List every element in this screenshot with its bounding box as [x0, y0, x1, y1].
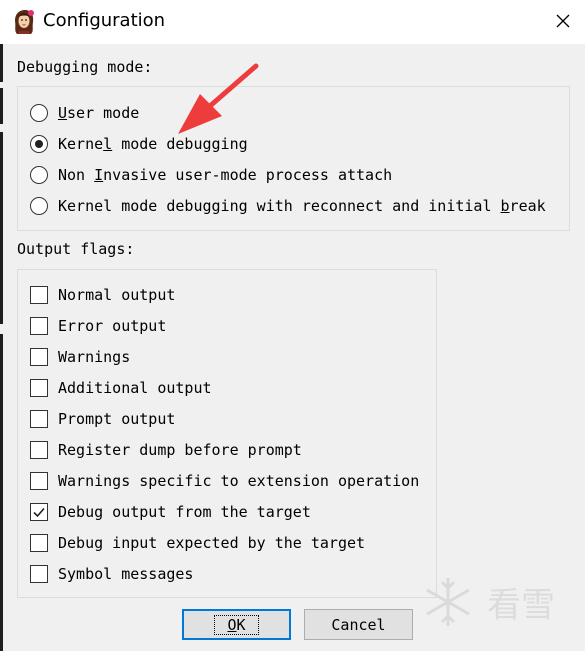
radio-button[interactable] — [30, 166, 48, 184]
checkbox-label: Symbol messages — [58, 565, 194, 583]
radio-label: Kernel mode debugging with reconnect and… — [58, 197, 546, 215]
cancel-button[interactable]: Cancel — [304, 609, 413, 640]
radio-non-invasive-attach[interactable]: Non Invasive user-mode process attach — [30, 163, 392, 187]
radio-button-selected[interactable] — [30, 135, 48, 153]
checkbox-label: Prompt output — [58, 410, 176, 428]
checkbox-row-debug-output-from-the-target[interactable]: Debug output from the target — [30, 500, 311, 524]
checkbox[interactable] — [30, 379, 48, 397]
checkbox-row-warnings-specific-to-extension-operation[interactable]: Warnings specific to extension operation — [30, 469, 419, 493]
checkbox-row-register-dump-before-prompt[interactable]: Register dump before prompt — [30, 438, 302, 462]
radio-kernel-reconnect-break[interactable]: Kernel mode debugging with reconnect and… — [30, 194, 546, 218]
checkbox-row-normal-output[interactable]: Normal output — [30, 283, 175, 307]
checkbox-row-debug-input-expected-by-the-target[interactable]: Debug input expected by the target — [30, 531, 365, 555]
checkbox-checked[interactable] — [30, 503, 48, 521]
checkbox-row-prompt-output[interactable]: Prompt output — [30, 407, 175, 431]
checkbox[interactable] — [30, 286, 48, 304]
red-arrow-icon — [178, 63, 259, 134]
checkbox-row-warnings[interactable]: Warnings — [30, 345, 130, 369]
checkbox[interactable] — [30, 534, 48, 552]
checkbox-label: Warnings specific to extension operation — [58, 472, 420, 490]
background-window-edge — [0, 44, 3, 651]
radio-button[interactable] — [30, 197, 48, 215]
checkbox-label: Error output — [58, 317, 167, 335]
title-bar[interactable]: Configuration — [0, 0, 585, 44]
checkbox[interactable] — [30, 565, 48, 583]
checkbox[interactable] — [30, 317, 48, 335]
radio-button[interactable] — [30, 104, 48, 122]
ok-button[interactable]: OK — [182, 609, 291, 640]
checkbox-label: Debug input expected by the target — [58, 534, 366, 552]
checkbox-row-error-output[interactable]: Error output — [30, 314, 166, 338]
output-flags-label: Output flags: — [17, 240, 135, 258]
checkbox-row-additional-output[interactable]: Additional output — [30, 376, 212, 400]
watermark: 看雪 — [418, 572, 555, 632]
checkbox-label: Warnings — [58, 348, 131, 366]
checkmark-icon — [33, 507, 45, 518]
close-icon — [555, 13, 571, 33]
checkbox-label: Debug output from the target — [58, 503, 311, 521]
checkbox-label: Additional output — [58, 379, 212, 397]
close-button[interactable] — [548, 8, 578, 38]
checkbox-label: Normal output — [58, 286, 176, 304]
radio-label: User mode — [58, 104, 140, 122]
checkbox[interactable] — [30, 410, 48, 428]
checkbox[interactable] — [30, 472, 48, 490]
radio-user-mode[interactable]: User mode — [30, 101, 139, 125]
checkbox[interactable] — [30, 441, 48, 459]
radio-label: Non Invasive user-mode process attach — [58, 166, 393, 184]
checkbox-row-symbol-messages[interactable]: Symbol messages — [30, 562, 193, 586]
checkbox[interactable] — [30, 348, 48, 366]
window-title: Configuration — [43, 10, 166, 31]
debugging-mode-label: Debugging mode: — [17, 58, 153, 76]
snowflake-icon — [426, 578, 470, 626]
checkbox-label: Register dump before prompt — [58, 441, 302, 459]
app-portrait-icon — [12, 9, 36, 35]
